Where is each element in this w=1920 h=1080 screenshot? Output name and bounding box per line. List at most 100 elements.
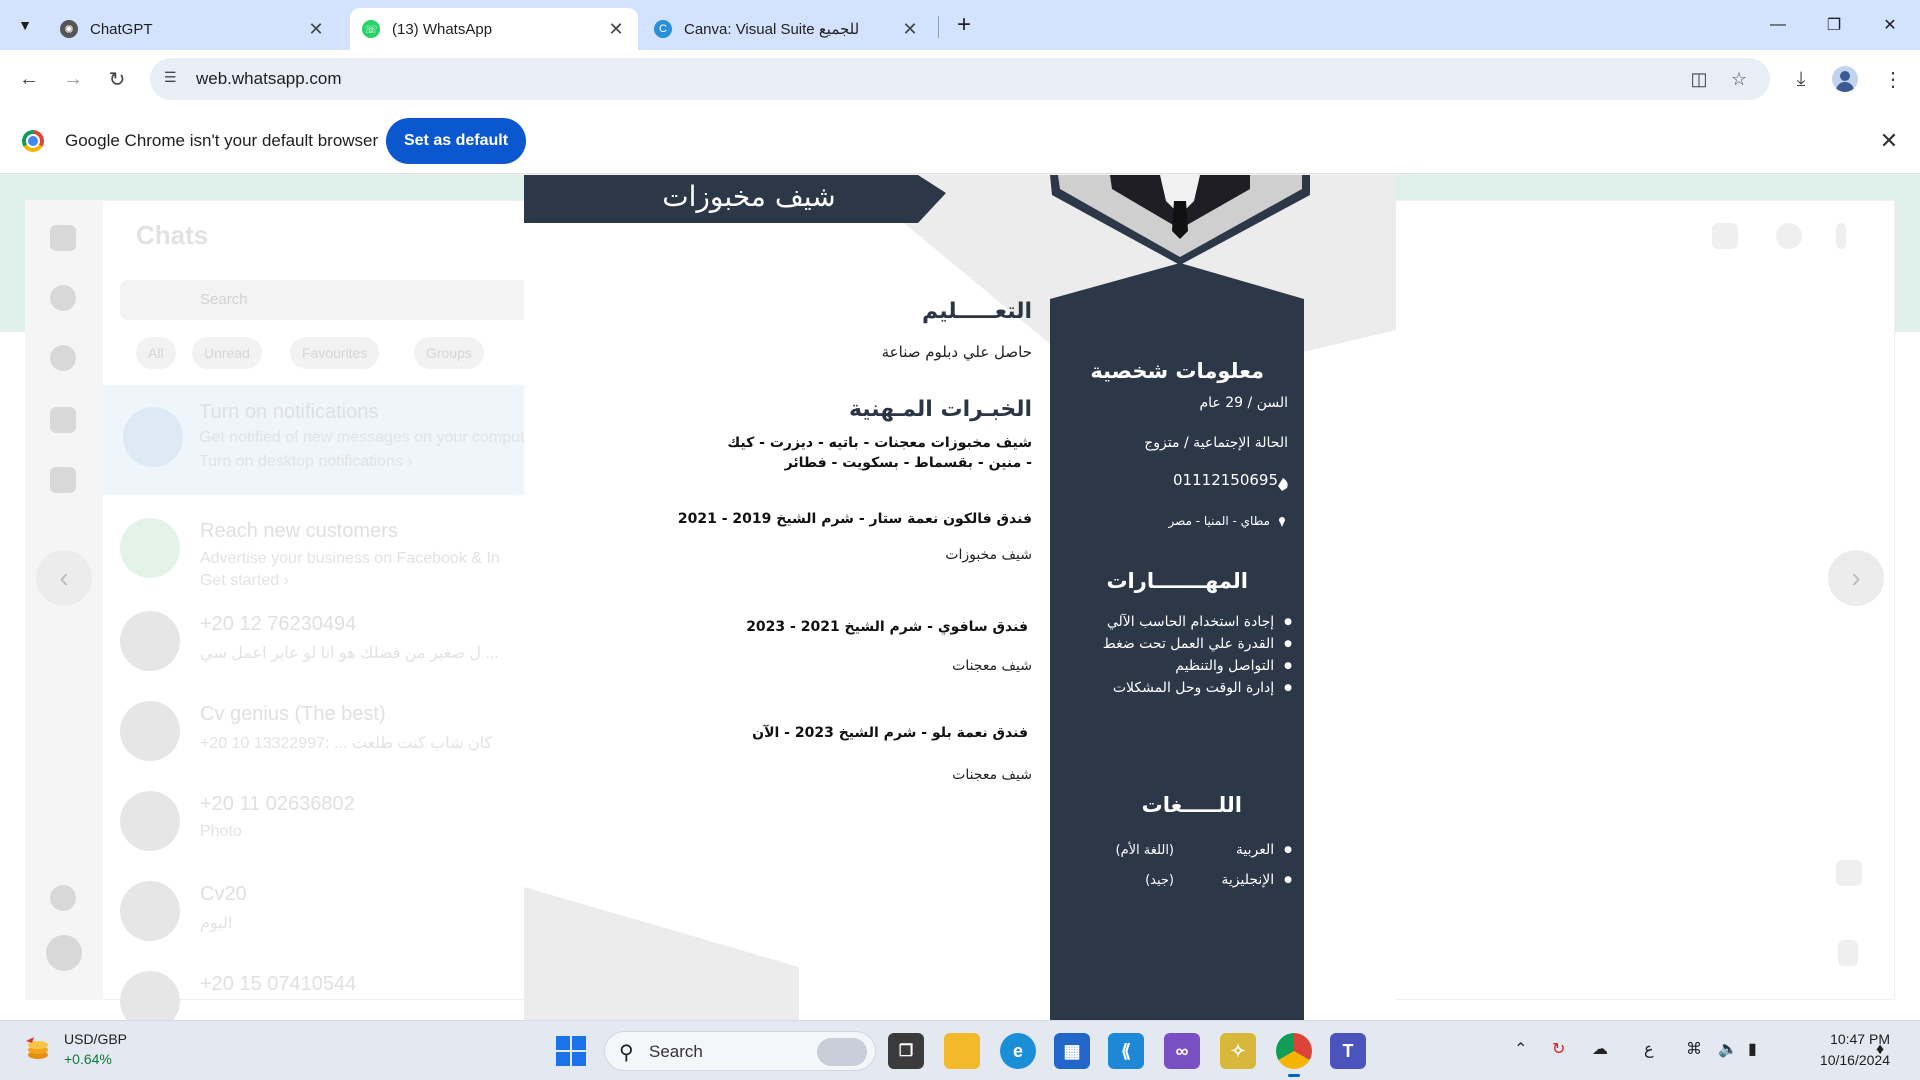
wifi-icon[interactable]: ⌘ <box>1686 1039 1702 1059</box>
install-app-icon[interactable]: ◫ <box>1686 66 1712 92</box>
avatar[interactable] <box>46 935 82 971</box>
tab-whatsapp[interactable]: ☏ (13) WhatsApp ✕ <box>350 8 638 50</box>
tab-canva[interactable]: C Canva: Visual Suite للجميع ✕ <box>642 8 932 50</box>
search-icon[interactable] <box>1776 223 1802 249</box>
chat-list-item[interactable]: +20 15 07410544 <box>120 963 550 1020</box>
channels-icon[interactable] <box>50 345 76 371</box>
restore-button[interactable]: ❐ <box>1814 8 1854 42</box>
onedrive-icon[interactable]: ☁ <box>1592 1039 1608 1059</box>
teams-icon[interactable]: T <box>1330 1033 1366 1069</box>
cv-photo-tie <box>1172 201 1188 239</box>
notification-link[interactable]: Turn on desktop notifications › <box>199 453 413 471</box>
close-icon[interactable]: ✕ <box>306 19 326 40</box>
ticker-name[interactable]: USD/GBP <box>64 1031 127 1047</box>
status-icon[interactable] <box>50 285 76 311</box>
battery-icon[interactable]: ▮ <box>1748 1039 1757 1059</box>
skill-item: القدرة علي العمل تحت ضغط <box>1103 633 1292 655</box>
chat-list-item[interactable]: +20 11 02636802 Photo <box>120 783 550 863</box>
back-button[interactable]: ← <box>12 62 46 96</box>
communities-icon[interactable] <box>50 407 76 433</box>
bookmark-star-icon[interactable]: ☆ <box>1726 66 1752 92</box>
visual-studio-icon[interactable]: ∞ <box>1164 1033 1200 1069</box>
notification-bell-icon[interactable]: ♦ <box>1876 1041 1884 1059</box>
chevron-up-icon[interactable]: ⌃ <box>1514 1039 1527 1059</box>
chat-preview: Advertise your business on Facebook & In <box>200 550 500 567</box>
filter-all[interactable]: All <box>136 337 176 369</box>
tab-title: ChatGPT <box>90 20 153 38</box>
menu-kebab-icon[interactable] <box>1836 223 1846 249</box>
file-explorer-icon[interactable] <box>944 1033 980 1069</box>
search-input[interactable] <box>120 280 540 320</box>
close-icon[interactable]: ✕ <box>606 19 626 40</box>
languages-list: العربية الإنجليزية <box>1221 839 1292 899</box>
vscode-icon[interactable]: ⟪ <box>1108 1033 1144 1069</box>
skill-item: التواصل والتنظيم <box>1103 655 1292 677</box>
close-icon[interactable]: ✕ <box>900 19 920 40</box>
filter-unread[interactable]: Unread <box>192 337 262 369</box>
url-text[interactable]: web.whatsapp.com <box>196 69 342 89</box>
currency-coins-icon[interactable] <box>22 1033 54 1065</box>
tab-separator <box>938 16 939 38</box>
chat-name: Reach new customers <box>200 520 398 542</box>
new-chat-icon[interactable] <box>1712 223 1738 249</box>
tab-chatgpt[interactable]: ✺ ChatGPT ✕ <box>48 8 338 50</box>
set-as-default-button[interactable]: Set as default <box>386 118 526 164</box>
snipping-tool-icon[interactable]: ✧ <box>1220 1033 1256 1069</box>
chat-list-item[interactable]: Cv20 اليوم <box>120 873 550 953</box>
volume-icon[interactable]: 🔈 <box>1718 1039 1738 1059</box>
previous-media-button[interactable]: ‹ <box>36 550 92 606</box>
personal-info-heading: معلومات شخصية <box>1090 359 1264 383</box>
next-media-button[interactable]: › <box>1828 550 1884 606</box>
reload-button[interactable]: ↻ <box>100 62 134 96</box>
taskbar-search-input[interactable]: ⚲ Search <box>604 1031 876 1071</box>
profile-avatar[interactable] <box>1832 66 1858 92</box>
ticker-change[interactable]: +0.64% <box>64 1051 112 1067</box>
task-view-icon[interactable]: ❐ <box>888 1033 924 1069</box>
sync-icon[interactable]: ↻ <box>1552 1039 1565 1059</box>
job-place: فندق سافوي - شرم الشيخ 2021 - 2023 <box>746 619 1028 635</box>
notification-title: Turn on notifications <box>199 401 379 423</box>
forward-button[interactable]: → <box>56 62 90 96</box>
menu-kebab-icon[interactable]: ⋮ <box>1876 62 1910 96</box>
notification-banner[interactable]: Turn on notifications Get notified of ne… <box>103 385 543 495</box>
chat-list-item[interactable]: Cv genius (The best) +20 10 13322997: ..… <box>120 693 550 773</box>
chatgpt-icon: ✺ <box>60 20 78 38</box>
microsoft-store-icon[interactable]: ▦ <box>1054 1033 1090 1069</box>
chat-list-item[interactable]: Reach new customers Advertise your busin… <box>120 510 550 590</box>
chat-cta: Get started › <box>200 572 289 589</box>
close-window-button[interactable]: ✕ <box>1870 8 1910 42</box>
download-icon[interactable]: ⤓ <box>1784 62 1818 96</box>
chats-icon[interactable] <box>50 225 76 251</box>
chat-list-item[interactable]: +20 12 76230494 ل صغير من فضلك هو انا لو… <box>120 603 550 683</box>
tab-title: (13) WhatsApp <box>392 20 493 38</box>
new-tab-button[interactable]: + <box>950 12 978 40</box>
keyboard-language[interactable]: ع <box>1644 1039 1654 1059</box>
chat-preview: ل صغير من فضلك هو انا لو عاير اعمل سي ..… <box>200 645 499 662</box>
minimize-button[interactable]: — <box>1758 8 1798 42</box>
avatar-head <box>1840 71 1850 81</box>
page-content: Chats Search All Unread Favourites Group… <box>0 175 1920 1020</box>
job-place: فندق نعمة بلو - شرم الشيخ 2023 - الآن <box>752 725 1028 741</box>
age-text: السن / 29 عام <box>1199 395 1289 411</box>
close-icon[interactable]: ✕ <box>1874 126 1904 156</box>
tab-search-dropdown[interactable]: ▼ <box>10 10 40 40</box>
microphone-icon[interactable] <box>1838 940 1858 966</box>
avatar <box>120 791 180 851</box>
education-text: حاصل علي دبلوم صناعة <box>881 343 1032 361</box>
scroll-down-icon[interactable] <box>1836 860 1862 886</box>
chat-name: Cv genius (The best) <box>200 703 386 725</box>
filter-favourites[interactable]: Favourites <box>290 337 380 369</box>
settings-gear-icon[interactable] <box>50 885 76 911</box>
tab-strip: ▼ ✺ ChatGPT ✕ ☏ (13) WhatsApp ✕ C Canva:… <box>0 0 1920 50</box>
avatar-body <box>1836 82 1854 92</box>
job-role: شيف معجنات <box>952 658 1032 674</box>
clock-date[interactable]: 10/16/2024 <box>1782 1052 1890 1068</box>
address-bar[interactable]: ☰ web.whatsapp.com ◫ ☆ <box>150 58 1770 100</box>
filter-groups[interactable]: Groups <box>414 337 484 369</box>
chrome-icon[interactable] <box>1276 1033 1312 1069</box>
catalog-icon[interactable] <box>50 467 76 493</box>
language-item: العربية <box>1221 839 1292 869</box>
edge-browser-icon[interactable]: e <box>1000 1033 1036 1069</box>
site-info-icon[interactable]: ☰ <box>164 69 184 89</box>
start-windows-icon[interactable] <box>556 1036 586 1066</box>
